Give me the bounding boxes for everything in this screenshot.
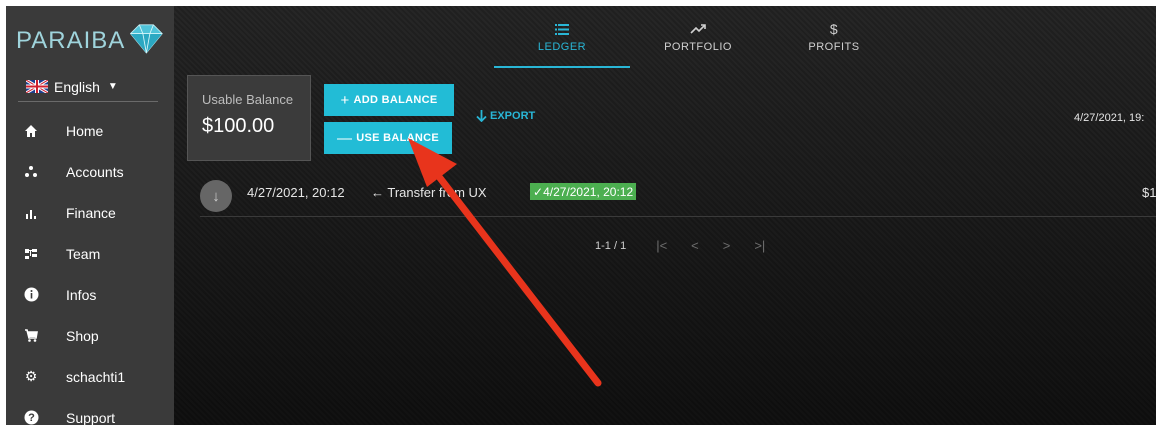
- trending-up-icon: [690, 21, 706, 37]
- use-balance-button[interactable]: — USE BALANCE: [324, 122, 452, 154]
- add-balance-label: ADD BALANCE: [353, 94, 438, 106]
- brand-logo[interactable]: PARAIBA: [16, 12, 166, 70]
- gear-icon: ⚙: [24, 368, 38, 384]
- minus-icon: —: [336, 129, 353, 147]
- sidebar-item-finance[interactable]: Finance: [6, 192, 174, 233]
- badge-date: 4/27/2021, 20:12: [543, 184, 634, 199]
- use-balance-label: USE BALANCE: [356, 132, 440, 144]
- export-label: EXPORT: [490, 110, 536, 122]
- usable-balance-card: Usable Balance $100.00: [187, 75, 311, 161]
- sidebar-item-profile[interactable]: ⚙ schachti1: [6, 356, 174, 397]
- sidebar-item-accounts[interactable]: Accounts: [6, 151, 174, 192]
- help-icon: ?: [22, 409, 40, 425]
- tab-profits[interactable]: $ PROFITS: [766, 6, 902, 68]
- sidebar-item-label: schachti1: [66, 368, 126, 385]
- sidebar-item-support[interactable]: ? Support: [6, 397, 174, 425]
- sidebar-item-shop[interactable]: Shop: [6, 315, 174, 356]
- pagination-range: 1-1 / 1: [595, 239, 627, 252]
- uk-flag-icon: [26, 80, 48, 93]
- first-page-icon[interactable]: |<: [656, 238, 667, 253]
- export-button[interactable]: EXPORT: [476, 110, 535, 122]
- sidebar-nav: Home Accounts Finance Team Infos Shop ⚙ …: [6, 110, 174, 425]
- tab-label: PORTFOLIO: [664, 41, 732, 53]
- entry-description-text: Transfer from UX: [387, 185, 487, 200]
- team-icon: [22, 245, 40, 263]
- sidebar-item-label: Team: [66, 245, 101, 262]
- svg-text:?: ?: [28, 412, 35, 424]
- language-select[interactable]: English ▼: [18, 72, 158, 102]
- arrow-left-icon: ←: [371, 185, 384, 200]
- balance-value: $100.00: [202, 115, 275, 137]
- sidebar-item-team[interactable]: Team: [6, 233, 174, 274]
- entry-description: ← Transfer from UX: [371, 185, 487, 200]
- sidebar-item-infos[interactable]: Infos: [6, 274, 174, 315]
- ledger-entry-row[interactable]: ↓ 4/27/2021, 20:12 ← Transfer from UX ✓ …: [200, 177, 1156, 217]
- sidebar-item-label: Infos: [66, 286, 97, 303]
- finance-icon: [22, 204, 40, 222]
- balance-label: Usable Balance: [202, 92, 294, 107]
- tab-label: PROFITS: [808, 41, 860, 53]
- diamond-gem-icon: [130, 24, 164, 54]
- main-content: LEDGER PORTFOLIO $ PROFITS Usable Balanc…: [174, 6, 1156, 425]
- app-window: PARAIBA English ▼ Home Accounts Finance …: [6, 6, 1156, 425]
- last-page-icon[interactable]: >|: [754, 238, 765, 253]
- sidebar: PARAIBA English ▼ Home Accounts Finance …: [6, 6, 174, 425]
- arrow-down-icon: [476, 110, 487, 122]
- entry-amount: $1: [1142, 185, 1156, 200]
- header-timestamp: 4/27/2021, 19:: [1074, 112, 1145, 124]
- entry-confirmed-badge: ✓ 4/27/2021, 20:12: [530, 183, 637, 200]
- sidebar-item-label: Finance: [66, 204, 116, 221]
- previous-page-icon[interactable]: <: [691, 238, 699, 253]
- plus-icon: +: [340, 91, 350, 109]
- tab-label: LEDGER: [537, 41, 587, 53]
- sidebar-item-label: Home: [66, 122, 104, 139]
- accounts-icon: [22, 163, 40, 181]
- sidebar-item-home[interactable]: Home: [6, 110, 174, 151]
- expand-arrow-down-icon[interactable]: ↓: [200, 180, 232, 212]
- info-icon: [22, 286, 40, 304]
- sidebar-item-label: Support: [66, 409, 116, 425]
- tab-ledger[interactable]: LEDGER: [494, 6, 630, 68]
- add-balance-button[interactable]: + ADD BALANCE: [324, 84, 454, 116]
- caret-down-icon: ▼: [107, 81, 118, 92]
- tab-portfolio[interactable]: PORTFOLIO: [630, 6, 766, 68]
- dollar-icon: $: [829, 21, 839, 37]
- tab-bar: LEDGER PORTFOLIO $ PROFITS: [494, 6, 902, 68]
- language-label: English: [54, 78, 100, 95]
- entry-date: 4/27/2021, 20:12: [247, 185, 345, 200]
- brand-name: PARAIBA: [16, 27, 126, 54]
- next-page-icon[interactable]: >: [723, 238, 731, 253]
- list-icon: [555, 21, 569, 37]
- checkmark-icon: ✓: [533, 184, 544, 199]
- home-icon: [22, 122, 40, 140]
- cart-icon: [22, 327, 40, 345]
- sidebar-item-label: Shop: [66, 327, 99, 344]
- pagination: 1-1 / 1 |< < > >|: [595, 238, 765, 253]
- sidebar-item-label: Accounts: [66, 163, 124, 180]
